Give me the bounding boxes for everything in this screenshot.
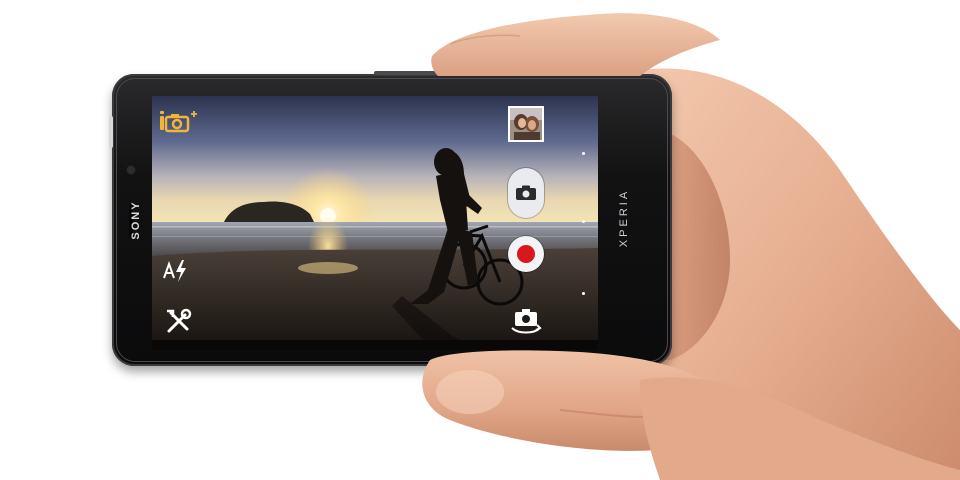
side-button	[109, 116, 113, 148]
switch-camera-icon[interactable]	[510, 306, 542, 334]
brand-logo-sony: SONY	[130, 200, 142, 240]
auto-flash-icon[interactable]	[162, 258, 190, 284]
video-record-icon	[517, 245, 535, 263]
camera-mode-plus-icon[interactable]	[158, 110, 198, 136]
indicator-dot	[582, 292, 585, 295]
front-camera-icon	[127, 166, 135, 174]
camera-shutter-icon	[516, 185, 536, 200]
indicator-dot	[582, 152, 585, 155]
last-photo-thumbnail[interactable]	[508, 106, 544, 142]
settings-tools-icon[interactable]	[164, 308, 192, 336]
brand-logo-xperia: XPERIA	[618, 188, 630, 248]
smartphone: SONY XPERIA	[109, 71, 672, 366]
product-photo: SONY XPERIA	[0, 0, 960, 480]
camera-viewfinder-screen[interactable]	[152, 96, 598, 350]
photo-shutter-button[interactable]	[508, 168, 544, 218]
top-edge-buttons	[374, 71, 484, 75]
indicator-dot	[582, 220, 585, 223]
video-record-button[interactable]	[508, 236, 544, 272]
